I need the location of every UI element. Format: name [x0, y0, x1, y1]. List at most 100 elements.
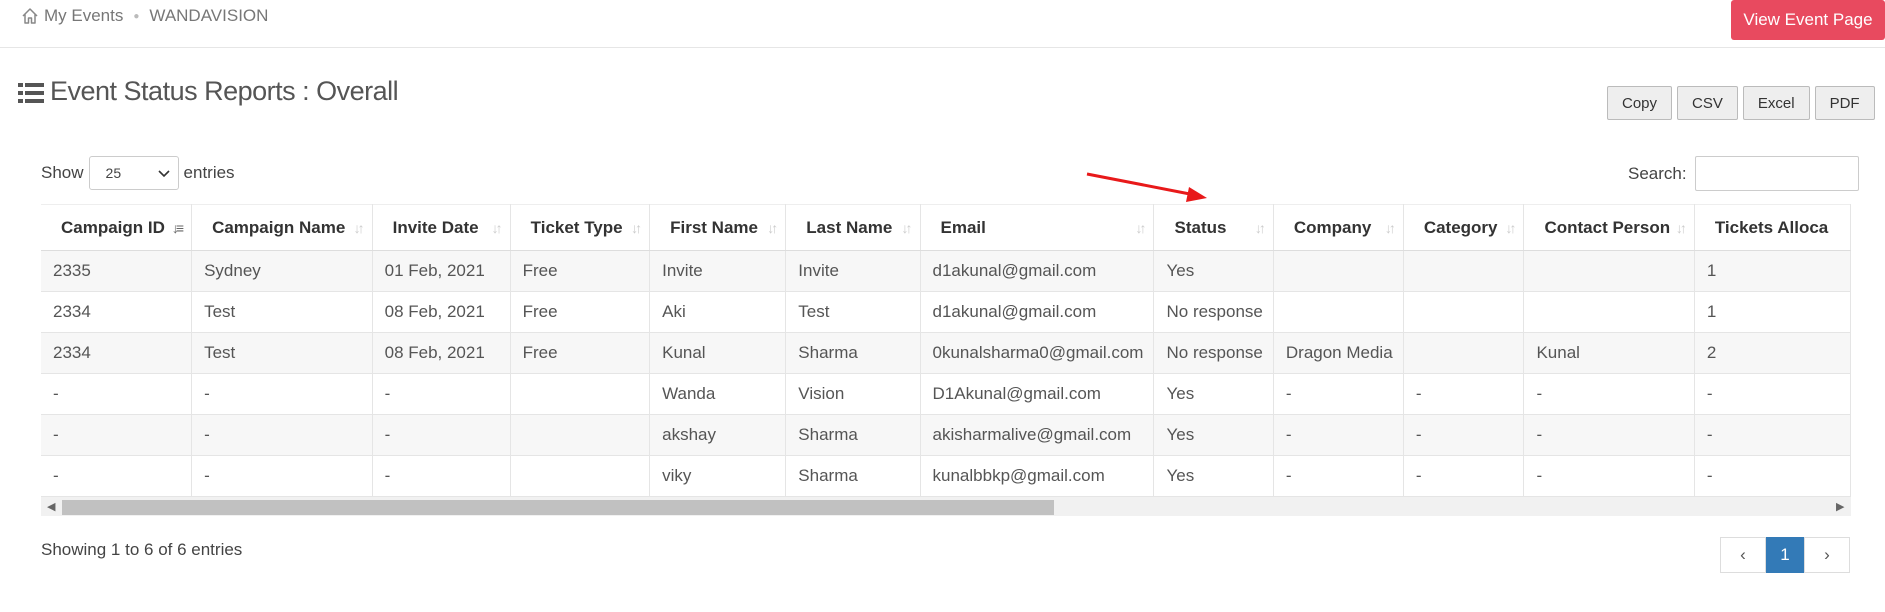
- table-cell: -: [41, 414, 193, 456]
- table-cell: Yes: [1153, 250, 1274, 292]
- table-cell: -: [41, 455, 193, 497]
- table-cell: d1akunal@gmail.com: [920, 250, 1155, 292]
- column-header[interactable]: Email ↓↑: [920, 204, 1155, 251]
- table-cell: Sydney: [191, 250, 373, 292]
- sort-icon: ↓↑: [767, 220, 778, 236]
- table-cell: akshay: [649, 414, 787, 456]
- page-title: Event Status Reports : Overall: [18, 76, 399, 107]
- column-header[interactable]: Campaign Name ↓↑: [191, 204, 373, 251]
- column-header[interactable]: Ticket Type ↓↑: [510, 204, 651, 251]
- pdf-button[interactable]: PDF: [1814, 86, 1875, 120]
- sort-icon: ↓≡: [171, 220, 184, 236]
- table-cell: 08 Feb, 2021: [372, 332, 511, 374]
- table-cell: Free: [510, 332, 651, 374]
- table-cell: [1273, 291, 1404, 333]
- table-cell: Yes: [1153, 414, 1274, 456]
- table-cell: Free: [510, 250, 651, 292]
- table-cell: -: [1523, 373, 1695, 415]
- home-icon[interactable]: [20, 6, 40, 26]
- table-cell: kunalbbkp@gmail.com: [920, 455, 1155, 497]
- breadcrumb: My Events ● WANDAVISION: [20, 6, 268, 26]
- table-cell: -: [372, 373, 511, 415]
- column-header[interactable]: First Name ↓↑: [649, 204, 787, 251]
- table-row: 2334 Test 08 Feb, 2021 Free Kunal Sharma 0kuna…: [41, 332, 1851, 374]
- search-input[interactable]: [1694, 156, 1859, 191]
- column-header-label: Company: [1293, 217, 1372, 237]
- table-cell: 2334: [41, 332, 193, 374]
- column-header-label: Last Name: [806, 217, 893, 237]
- sort-icon: ↓↑: [1675, 220, 1687, 236]
- table-cell: 2334: [41, 291, 193, 333]
- search-label: Search:: [1628, 163, 1687, 183]
- table-cell: Aki: [649, 291, 787, 333]
- table-cell: akisharmalive@gmail.com: [920, 414, 1155, 456]
- pagination-next-button[interactable]: ›: [1804, 537, 1850, 573]
- table-cell: [1403, 291, 1525, 333]
- view-event-page-button[interactable]: View Event Page: [1731, 0, 1885, 40]
- column-header[interactable]: Tickets Alloca: [1694, 204, 1851, 251]
- sort-icon: ↓↑: [353, 220, 365, 236]
- table-cell: No response: [1153, 291, 1274, 333]
- entries-select[interactable]: 25: [88, 156, 179, 190]
- table-cell: -: [1523, 414, 1695, 456]
- column-header[interactable]: Category ↓↑: [1403, 204, 1525, 251]
- column-header[interactable]: Campaign ID ↓≡: [41, 204, 193, 251]
- table-row: 2335 Sydney 01 Feb, 2021 Free Invite Invite d1…: [41, 250, 1851, 292]
- column-header[interactable]: Contact Person ↓↑: [1523, 204, 1695, 251]
- column-header[interactable]: Last Name ↓↑: [785, 204, 921, 251]
- scrollbar-thumb[interactable]: [62, 500, 1054, 515]
- table-cell: [1523, 291, 1695, 333]
- table-cell: 08 Feb, 2021: [372, 291, 511, 333]
- column-header[interactable]: Company ↓↑: [1273, 204, 1404, 251]
- breadcrumb-my-events[interactable]: My Events: [44, 6, 123, 26]
- table-cell: -: [1403, 373, 1525, 415]
- annotation-arrow: [1086, 172, 1207, 202]
- copy-button[interactable]: Copy: [1607, 86, 1673, 120]
- arrow-right-icon[interactable]: ▶: [1836, 500, 1844, 513]
- show-label: Show: [41, 163, 84, 182]
- sort-icon: ↓↑: [1384, 220, 1396, 236]
- table-cell: -: [1523, 455, 1695, 497]
- table-cell: -: [372, 455, 511, 497]
- table-cell: Kunal: [1523, 332, 1695, 374]
- column-header[interactable]: Invite Date ↓↑: [372, 204, 511, 251]
- table-cell: [510, 455, 651, 497]
- entries-length-control: Show 25 entries: [41, 156, 235, 190]
- table-header-row: Campaign ID ↓≡ Campaign Name ↓↑ Invite Dat…: [41, 204, 1851, 251]
- sort-icon: ↓↑: [491, 220, 503, 236]
- column-header-label: Category: [1423, 217, 1498, 237]
- sort-icon: ↓↑: [901, 220, 913, 236]
- column-header-label: Contact Person: [1544, 217, 1671, 237]
- column-header[interactable]: Status ↓↑: [1153, 204, 1274, 251]
- table-cell: Wanda: [649, 373, 787, 415]
- excel-button[interactable]: Excel: [1742, 86, 1810, 120]
- table-cell: Kunal: [649, 332, 787, 374]
- pagination-prev-button[interactable]: ‹: [1720, 537, 1766, 573]
- column-header-label: First Name: [670, 217, 758, 237]
- column-header-label: Invite Date: [392, 217, 479, 237]
- table-cell: -: [1403, 455, 1525, 497]
- table-cell: -: [1273, 414, 1404, 456]
- table-cell: Yes: [1153, 455, 1274, 497]
- pagination-page-button[interactable]: 1: [1766, 537, 1804, 573]
- sort-icon: ↓↑: [631, 220, 642, 236]
- table-cell: -: [1694, 373, 1851, 415]
- table-cell: -: [1273, 373, 1404, 415]
- table-cell: -: [41, 373, 193, 415]
- chevron-down-icon: [157, 165, 170, 181]
- table-cell: Invite: [785, 250, 921, 292]
- table-cell: [510, 373, 651, 415]
- arrow-left-icon[interactable]: ◀: [47, 500, 55, 513]
- column-header-label: Ticket Type: [530, 217, 623, 237]
- table-row: - - - viky Sharma kunalbbkp@gmail.com Yes - - - -: [41, 455, 1851, 497]
- horizontal-scrollbar[interactable]: ◀ ▶: [41, 496, 1851, 516]
- csv-button[interactable]: CSV: [1677, 86, 1738, 120]
- table-cell: -: [191, 414, 373, 456]
- table-cell: 2: [1694, 332, 1851, 374]
- table-cell: Invite: [649, 250, 787, 292]
- table-cell: [1273, 250, 1404, 292]
- breadcrumb-separator: ●: [133, 10, 140, 22]
- table-row: - - - Wanda Vision D1Akunal@gmail.com Yes - - - -: [41, 373, 1851, 415]
- table-cell: -: [191, 373, 373, 415]
- table-cell: Yes: [1153, 373, 1274, 415]
